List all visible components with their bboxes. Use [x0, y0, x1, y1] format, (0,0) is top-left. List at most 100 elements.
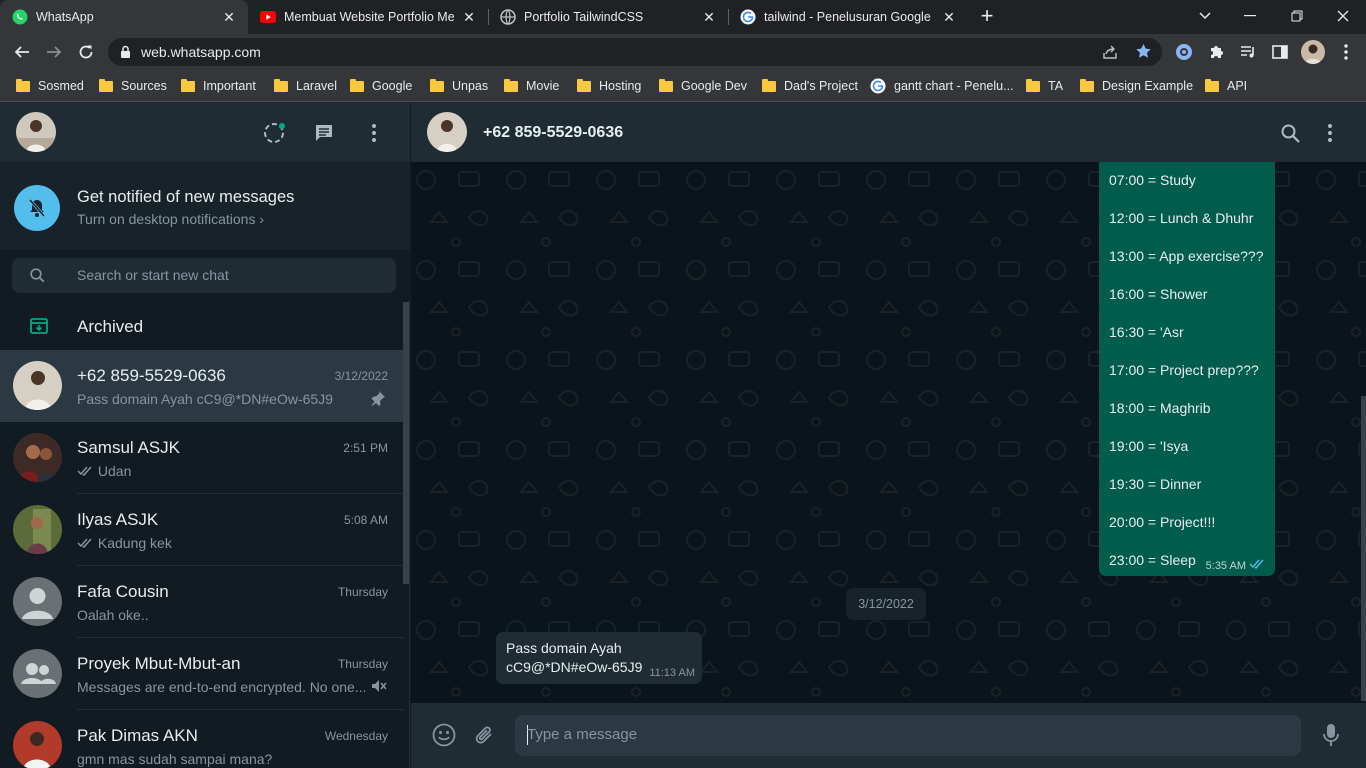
puzzle-icon[interactable] — [1204, 40, 1228, 64]
contact-name: +62 859-5529-0636 — [483, 124, 624, 141]
forward-arrow-icon[interactable] — [42, 40, 66, 64]
tab-portfolio[interactable]: Portfolio TailwindCSS ✕ — [488, 0, 728, 34]
chat-preview: Oalah oke.. — [77, 607, 149, 623]
chat-list-scrollbar[interactable] — [403, 302, 409, 584]
contact-avatar[interactable] — [427, 112, 467, 152]
bookmark-api[interactable]: API — [1205, 77, 1247, 95]
message-time-text: 5:35 AM — [1205, 559, 1246, 572]
folder-icon — [762, 78, 776, 92]
chat-item[interactable]: Ilyas ASJK 5:08 AM Kadung kek — [0, 494, 404, 566]
side-panel-icon[interactable] — [1268, 40, 1292, 64]
chat-item[interactable]: Samsul ASJK 2:51 PM Udan — [0, 422, 404, 494]
bookmark-star-icon[interactable] — [1135, 43, 1152, 65]
attach-icon[interactable] — [472, 723, 496, 747]
message-area[interactable]: 07:00 = Study 12:00 = Lunch & Dhuhr 13:0… — [411, 162, 1366, 703]
address-bar[interactable]: web.whatsapp.com — [108, 38, 1162, 66]
bookmark-dads-project[interactable]: Dad's Project — [762, 77, 858, 95]
browser-profile-avatar[interactable] — [1301, 40, 1325, 64]
bookmark-label: Sources — [121, 79, 167, 93]
chat-item[interactable]: Pak Dimas AKN Wednesday gmn mas sudah sa… — [0, 710, 404, 768]
microphone-icon[interactable] — [1319, 723, 1343, 747]
bookmark-unpas[interactable]: Unpas — [430, 77, 488, 95]
bookmark-hosting[interactable]: Hosting — [577, 77, 641, 95]
new-tab-button[interactable]: + — [976, 5, 998, 27]
search-icon[interactable] — [1278, 121, 1302, 145]
close-tab-icon[interactable]: ✕ — [220, 8, 238, 26]
tab-search-chevron-icon[interactable] — [1193, 5, 1217, 27]
bookmark-google[interactable]: Google — [350, 77, 412, 95]
folder-icon — [16, 78, 30, 92]
bookmark-label: Sosmed — [38, 79, 84, 93]
schedule-line: 12:00 = Lunch & Dhuhr — [1109, 210, 1254, 226]
close-window-button[interactable] — [1331, 5, 1355, 27]
google-icon — [870, 78, 886, 94]
menu-icon[interactable] — [1318, 121, 1342, 145]
contact-avatar — [13, 433, 62, 482]
bookmark-laravel[interactable]: Laravel — [274, 77, 337, 95]
conversation-header[interactable]: +62 859-5529-0636 — [411, 102, 1366, 162]
emoji-icon[interactable] — [432, 723, 456, 747]
chat-item[interactable]: Fafa Cousin Thursday Oalah oke.. — [0, 566, 404, 638]
tab-title: tailwind - Penelusuran Google — [764, 10, 931, 24]
notification-subtitle[interactable]: Turn on desktop notifications › — [77, 211, 264, 227]
message-input[interactable]: Type a message — [515, 715, 1301, 756]
pin-icon — [370, 390, 388, 408]
schedule-line: 13:00 = App exercise??? — [1109, 248, 1264, 264]
status-icon[interactable] — [262, 121, 286, 145]
chat-name: Samsul ASJK — [77, 438, 180, 457]
media-queue-icon[interactable] — [1236, 40, 1260, 64]
chat-item[interactable]: Proyek Mbut-Mbut-an Thursday Messages ar… — [0, 638, 404, 710]
bookmark-movie[interactable]: Movie — [504, 77, 559, 95]
bookmark-label: Google — [372, 79, 413, 93]
bookmark-google-dev[interactable]: Google Dev — [659, 77, 747, 95]
restore-button[interactable] — [1285, 5, 1309, 27]
close-tab-icon[interactable]: ✕ — [940, 8, 958, 26]
folder-icon — [1080, 78, 1094, 92]
search-icon — [30, 268, 45, 288]
tab-youtube[interactable]: Membuat Website Portfolio Men ✕ — [248, 0, 488, 34]
notification-banner[interactable]: Get notified of new messages Turn on des… — [0, 162, 410, 250]
tab-google[interactable]: tailwind - Penelusuran Google ✕ — [728, 0, 968, 34]
tab-title: WhatsApp — [36, 10, 94, 24]
incoming-message[interactable]: Pass domain Ayah cC9@*DN#eOw-65J9 11:13 … — [496, 632, 702, 684]
my-profile-avatar[interactable] — [16, 112, 56, 152]
back-arrow-icon[interactable] — [10, 40, 34, 64]
bookmark-ta[interactable]: TA — [1026, 77, 1063, 95]
minimize-button[interactable] — [1238, 5, 1262, 27]
new-chat-icon[interactable] — [312, 121, 336, 145]
chat-preview: Kadung kek — [77, 535, 365, 551]
bookmark-label: Hosting — [599, 79, 642, 93]
outgoing-message[interactable]: 07:00 = Study 12:00 = Lunch & Dhuhr 13:0… — [1099, 162, 1275, 576]
bookmark-design-example[interactable]: Design Example — [1080, 77, 1193, 95]
read-receipt-icon — [1249, 559, 1265, 572]
search-input[interactable]: Search or start new chat — [12, 258, 396, 293]
chat-list: +62 859-5529-0636 3/12/2022 Pass domain … — [0, 350, 404, 768]
reload-icon[interactable] — [74, 40, 98, 64]
share-icon[interactable] — [1102, 44, 1118, 65]
message-scrollbar[interactable] — [1361, 396, 1366, 701]
url-text: web.whatsapp.com — [141, 44, 261, 60]
archive-icon — [30, 318, 48, 339]
chat-item[interactable]: +62 859-5529-0636 3/12/2022 Pass domain … — [0, 350, 404, 422]
bookmark-label: Google Dev — [681, 79, 748, 93]
menu-icon[interactable] — [362, 121, 386, 145]
double-check-icon — [77, 535, 94, 551]
tab-whatsapp[interactable]: WhatsApp ✕ — [0, 0, 248, 34]
extension-circle-icon[interactable] — [1172, 40, 1196, 64]
date-separator: 3/12/2022 — [846, 588, 926, 620]
bookmark-sources[interactable]: Sources — [99, 77, 167, 95]
browser-menu-icon[interactable] — [1334, 40, 1358, 64]
archived-row[interactable]: Archived — [0, 302, 404, 350]
chat-time: 5:08 AM — [343, 513, 388, 527]
bookmark-label: Design Example — [1102, 79, 1194, 93]
sidebar-header — [0, 102, 410, 162]
chevron-right-icon: › — [259, 211, 265, 227]
bookmark-important[interactable]: Important — [181, 77, 256, 95]
close-tab-icon[interactable]: ✕ — [460, 8, 478, 26]
folder-icon — [504, 78, 518, 92]
whatsapp-icon — [12, 9, 28, 25]
bookmark-gantt-chart[interactable]: gantt chart - Penelu... — [870, 77, 1014, 95]
bookmark-sosmed[interactable]: Sosmed — [16, 77, 84, 95]
close-tab-icon[interactable]: ✕ — [700, 8, 718, 26]
bookmark-label: API — [1227, 79, 1248, 93]
